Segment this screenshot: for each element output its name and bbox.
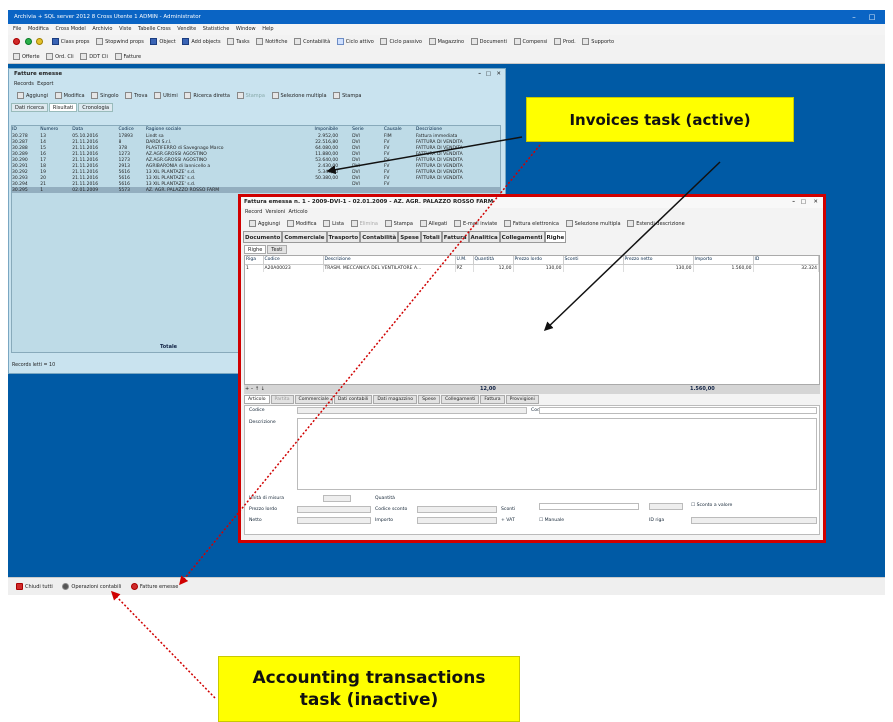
arrow-to-active-task [179,144,541,586]
callout-active-task: Invoices task (active) [526,97,794,142]
arrow-to-inactive-task [110,590,216,699]
arrow-to-detail [543,161,721,332]
callout-inactive-task: Accounting transactions task (inactive) [218,656,520,722]
arrow-to-list [326,136,523,175]
